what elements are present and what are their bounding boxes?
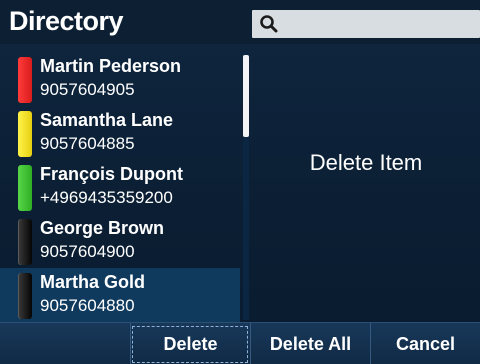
delete-all-button[interactable]: Delete All [250,323,370,364]
contact-name: Martha Gold [40,272,146,292]
contact-number: +4969435359200 [40,188,173,207]
search-icon [258,13,280,35]
contact-name: George Brown [40,218,165,238]
contact-number: 9057604905 [40,80,135,99]
softkey-empty[interactable] [0,323,130,364]
page-title: Directory [9,6,124,36]
contact-number: 9057604885 [40,134,135,153]
search-input[interactable] [252,10,480,38]
presence-indicator [18,219,32,265]
contact-name: Martin Pederson [40,56,182,76]
contact-item[interactable]: François Dupont +4969435359200 [0,160,240,214]
presence-indicator [18,57,32,103]
presence-indicator [18,165,32,211]
contact-list: Martin Pederson 9057604905 Samantha Lane… [0,52,240,322]
contact-name: Samantha Lane [40,110,174,130]
list-scrollbar[interactable] [243,52,249,320]
contact-item[interactable]: George Brown 9057604900 [0,214,240,268]
directory-screen: Directory Martin Pederson 9057604905 Sam… [0,0,480,364]
contact-number: 9057604900 [40,242,135,261]
contact-item[interactable]: Martin Pederson 9057604905 [0,52,240,106]
focus-indicator [132,326,248,363]
scrollbar-thumb[interactable] [243,55,249,137]
contact-item-selected[interactable]: Martha Gold 9057604880 [0,268,240,322]
presence-indicator [18,273,32,319]
softkey-bar: Delete Delete All Cancel [0,322,480,364]
header-bar: Directory [0,0,480,44]
contact-name: François Dupont [40,164,183,184]
contact-number: 9057604880 [40,296,135,315]
presence-indicator [18,111,32,157]
contact-item[interactable]: Samantha Lane 9057604885 [0,106,240,160]
cancel-button[interactable]: Cancel [370,323,480,364]
detail-label: Delete Item [309,150,423,175]
